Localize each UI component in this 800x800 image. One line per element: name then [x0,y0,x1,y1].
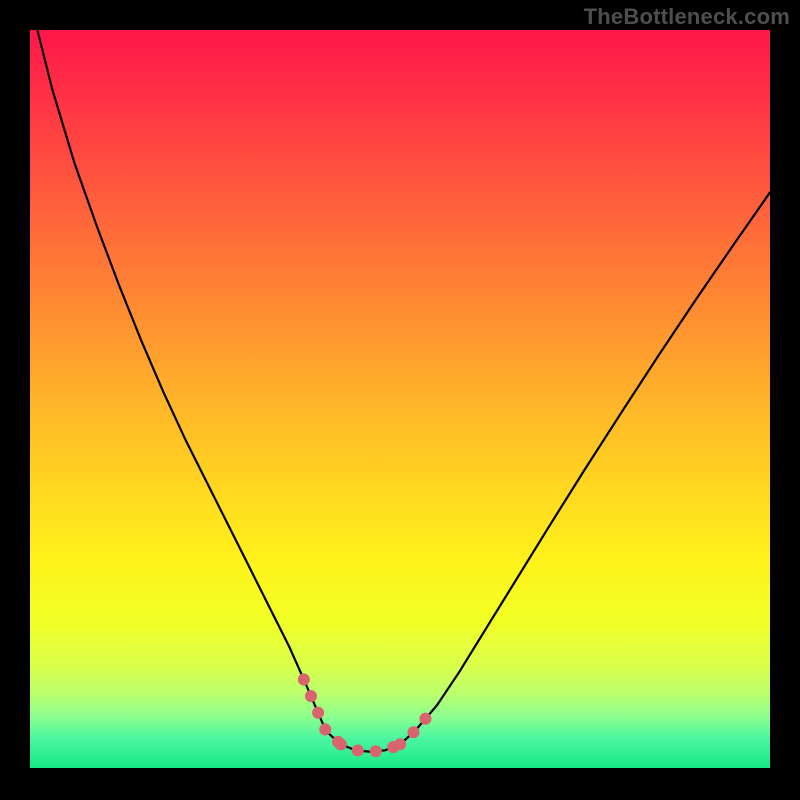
chart-svg [30,30,770,768]
figure-container: TheBottleneck.com [0,0,800,800]
plot-area [30,30,770,768]
watermark-text: TheBottleneck.com [584,4,790,30]
gradient-background [30,30,770,768]
